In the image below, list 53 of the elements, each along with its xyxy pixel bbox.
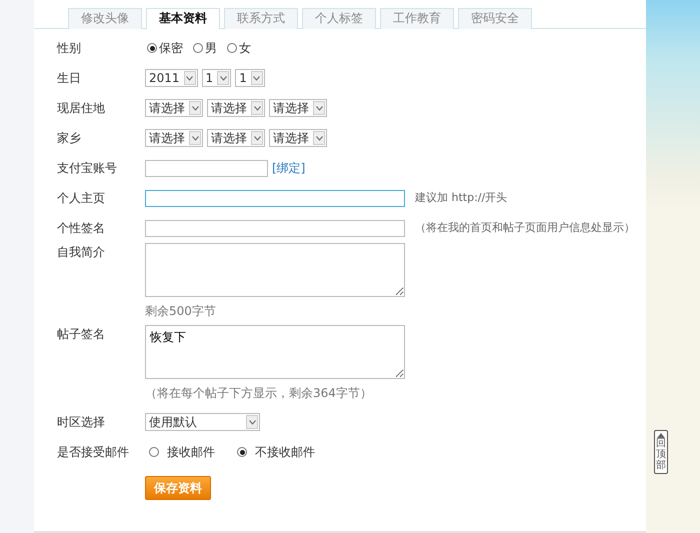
dropdown[interactable]: 请选择 — [269, 99, 327, 117]
tab[interactable]: 基本资料 — [146, 8, 220, 29]
hint-text: 建议加 http://开头 — [415, 190, 508, 206]
text-area[interactable]: 恢复下 — [145, 325, 405, 379]
field-label: 个人主页 — [57, 190, 106, 207]
field-label: 时区选择 — [57, 414, 106, 431]
dropdown[interactable]: 1 — [202, 69, 232, 87]
field-label: 个性签名 — [57, 220, 106, 237]
caret-icon — [250, 71, 263, 85]
field-label: 性别 — [57, 40, 82, 57]
hint-text: （将在我的首页和帖子页面用户信息处显示） — [415, 220, 635, 236]
dropdown[interactable]: 请选择 — [207, 129, 265, 147]
back-to-top-button[interactable]: 回顶部 — [654, 430, 668, 474]
field-label: 家乡 — [57, 130, 82, 147]
caret-icon — [313, 131, 325, 145]
field-label: 自我简介 — [57, 244, 106, 261]
radio-button[interactable] — [227, 43, 237, 53]
input-field[interactable] — [145, 190, 405, 206]
caret-icon — [313, 101, 325, 115]
dropdown[interactable]: 请选择 — [269, 129, 327, 147]
radio-button[interactable] — [237, 447, 247, 457]
caret-icon — [189, 101, 201, 115]
field-label: 帖子签名 — [57, 326, 106, 343]
dropdown[interactable]: 1 — [235, 69, 265, 87]
caret-icon — [217, 71, 230, 85]
dropdown[interactable]: 使用默认 — [145, 413, 260, 431]
radio-label: 保密 — [159, 40, 183, 57]
radio-label: 接收邮件 — [167, 444, 215, 461]
caret-icon — [251, 101, 263, 115]
radio-button[interactable] — [147, 43, 157, 53]
dropdown[interactable]: 2011 — [145, 69, 198, 87]
input-field[interactable] — [145, 220, 405, 236]
field-label: 生日 — [57, 70, 82, 87]
field-label: 是否接受邮件 — [57, 444, 130, 461]
radio-label: 不接收邮件 — [255, 444, 315, 461]
caret-icon — [246, 415, 258, 429]
up-triangle-icon — [657, 433, 665, 438]
radio-label: 男 — [205, 40, 217, 57]
field-label: 支付宝账号 — [57, 160, 118, 177]
radio-label: 女 — [239, 40, 251, 57]
bind-link[interactable]: [绑定] — [272, 159, 306, 177]
dropdown[interactable]: 请选择 — [207, 99, 265, 117]
field-label: 现居住地 — [57, 100, 106, 117]
caret-icon — [189, 131, 201, 145]
caret-icon — [251, 131, 263, 145]
input-field[interactable] — [145, 160, 268, 176]
radio-button[interactable] — [149, 447, 159, 457]
note-text: （将在每个帖子下方显示，剩余364字节） — [145, 385, 372, 402]
caret-icon — [184, 71, 196, 85]
dropdown[interactable]: 请选择 — [145, 129, 203, 147]
radio-button[interactable] — [193, 43, 203, 53]
note-text: 剩余500字节 — [145, 303, 216, 320]
dropdown[interactable]: 请选择 — [145, 99, 203, 117]
